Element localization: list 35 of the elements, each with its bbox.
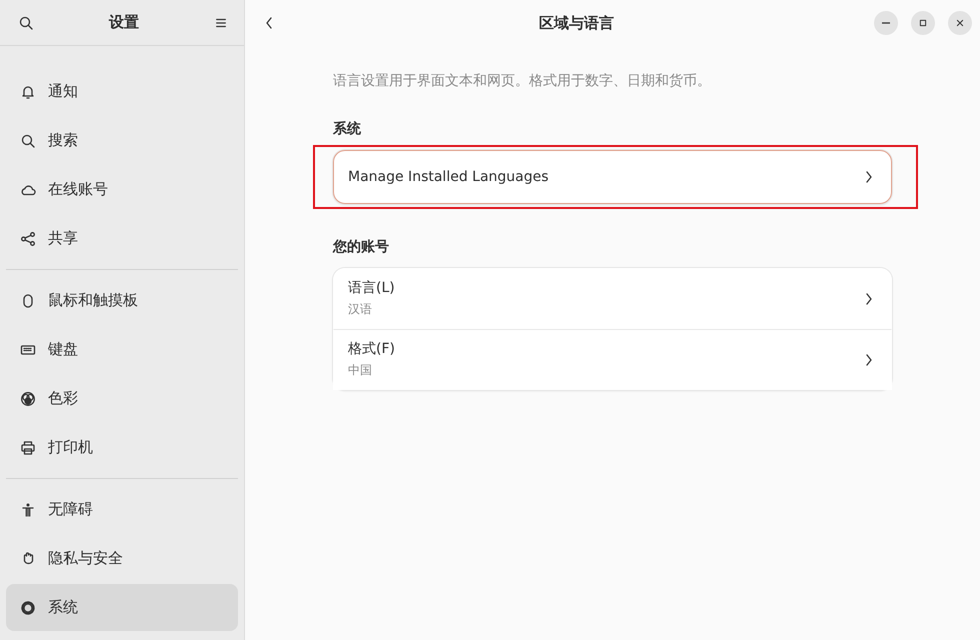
maximize-icon — [917, 17, 929, 29]
search-icon — [20, 132, 36, 148]
row-title: Manage Installed Languages — [348, 169, 550, 185]
sidebar-item[interactable]: 鼠标和触摸板 — [6, 277, 238, 324]
section-heading: 您的账号 — [333, 238, 390, 256]
sidebar-item[interactable]: 打印机 — [6, 424, 238, 471]
row-title: 格式(F) — [348, 340, 396, 358]
minimize-icon — [882, 22, 890, 24]
sidebar-item[interactable]: 通知 — [6, 68, 238, 115]
list-row[interactable]: Manage Installed Languages — [333, 150, 892, 204]
section-heading: 系统 — [333, 120, 362, 138]
search-icon — [18, 14, 34, 30]
sidebar-item[interactable]: 系统 — [6, 584, 238, 631]
sidebar-item[interactable]: 共享 — [6, 215, 238, 262]
person-icon — [20, 502, 36, 518]
sidebar-item[interactable]: 无障碍 — [6, 486, 238, 533]
share-icon — [20, 230, 36, 246]
sidebar-title: 设置 — [109, 13, 139, 32]
sidebar-item[interactable]: 搜索 — [6, 117, 238, 164]
maximize-button[interactable] — [911, 11, 935, 35]
page-title: 区域与语言 — [538, 14, 615, 32]
row-subtitle: 汉语 — [348, 301, 373, 318]
close-button[interactable] — [948, 11, 972, 35]
page-description: 语言设置用于界面文本和网页。格式用于数字、日期和货币。 — [333, 72, 712, 90]
row-subtitle: 中国 — [348, 362, 373, 379]
sidebar-item[interactable]: 键盘 — [6, 326, 238, 373]
sidebar-item[interactable]: 隐私与安全 — [6, 535, 238, 582]
sidebar-item[interactable]: 色彩 — [6, 375, 238, 422]
sidebar-item[interactable]: 在线账号 — [6, 166, 238, 213]
bell-icon — [20, 84, 36, 100]
printer-icon — [20, 440, 36, 456]
color-wheel-icon — [20, 390, 36, 406]
list-row[interactable]: 格式(F) 中国 — [333, 329, 892, 390]
row-title: 语言(L) — [348, 279, 396, 297]
close-icon — [954, 17, 966, 29]
